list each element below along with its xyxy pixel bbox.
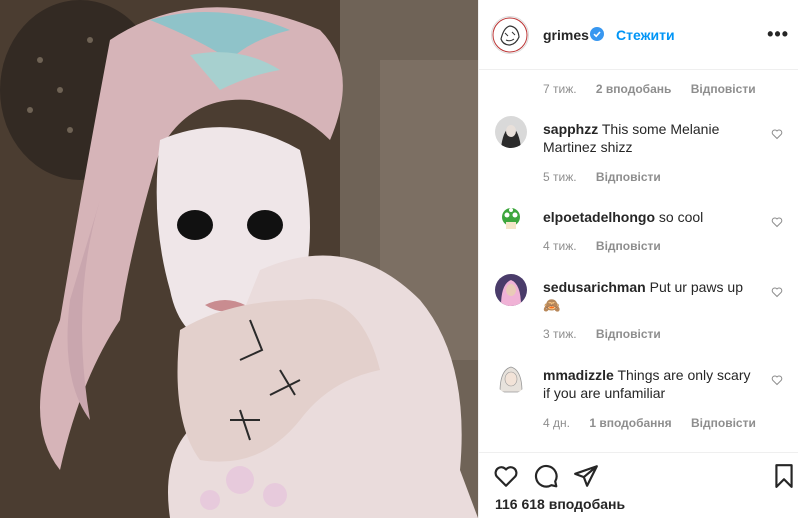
author-avatar-image <box>492 17 528 53</box>
comment-time[interactable]: 4 тиж. <box>543 239 577 253</box>
caption-likes[interactable]: 2 вподобань <box>596 82 671 96</box>
commenter-username[interactable]: elpoetadelhongo <box>543 209 655 225</box>
author-username[interactable]: grimes <box>543 27 589 43</box>
comment-like-icon[interactable] <box>771 128 783 140</box>
post-side-panel: grimes Стежити ••• 7 тиж. 2 вподобань Ві… <box>478 0 798 518</box>
comment-icon[interactable] <box>533 463 559 489</box>
commenter-username[interactable]: sapphzz <box>543 121 598 137</box>
share-icon[interactable] <box>573 463 599 489</box>
commenter-avatar[interactable] <box>495 116 527 148</box>
commenter-avatar[interactable] <box>495 274 527 306</box>
follow-button[interactable]: Стежити <box>616 27 675 43</box>
comment-like-icon[interactable] <box>771 286 783 298</box>
comment-text: sedusarichman Put ur paws up 🙈 <box>543 279 743 313</box>
comment-reply-button[interactable]: Відповісти <box>596 327 661 341</box>
comment-reply-button[interactable]: Відповісти <box>691 416 756 430</box>
caption-time[interactable]: 7 тиж. <box>543 82 577 96</box>
post-header: grimes Стежити ••• <box>479 0 798 70</box>
heart-icon[interactable] <box>493 463 519 489</box>
comment-meta: 5 тиж. Відповісти <box>543 170 677 184</box>
commenter-avatar-image <box>495 274 527 306</box>
comment-like-icon[interactable] <box>771 374 783 386</box>
bookmark-icon[interactable] <box>771 463 797 489</box>
comment-like-icon[interactable] <box>771 216 783 228</box>
commenter-avatar[interactable] <box>495 362 527 394</box>
comment-meta: 4 тиж. Відповісти <box>543 239 677 253</box>
comment-time[interactable]: 4 дн. <box>543 416 570 430</box>
commenter-avatar[interactable] <box>495 204 527 236</box>
commenter-username[interactable]: mmadizzle <box>543 367 614 383</box>
comment-time[interactable]: 3 тиж. <box>543 327 577 341</box>
comment-text: elpoetadelhongo so cool <box>543 209 704 225</box>
comment-text: sapphzz This some Melanie Martinez shizz <box>543 121 720 155</box>
commenter-avatar-image <box>495 362 527 394</box>
commenter-username[interactable]: sedusarichman <box>543 279 646 295</box>
comment-reply-button[interactable]: Відповісти <box>596 239 661 253</box>
caption-meta: 7 тиж. 2 вподобань Відповісти <box>543 82 772 96</box>
verified-icon <box>590 27 604 41</box>
likes-count[interactable]: 116 618 вподобань <box>495 496 625 512</box>
commenter-avatar-image <box>495 204 527 236</box>
comment-likes[interactable]: 1 вподобання <box>589 416 671 430</box>
caption-reply-button[interactable]: Відповісти <box>691 82 756 96</box>
comment-meta: 3 тиж. Відповісти <box>543 327 677 341</box>
post-actions: 116 618 вподобань <box>479 452 798 518</box>
comment-time[interactable]: 5 тиж. <box>543 170 577 184</box>
commenter-avatar-image <box>495 116 527 148</box>
comment-meta: 4 дн. 1 вподобання Відповісти <box>543 416 772 430</box>
comment-text: mmadizzle Things are only scary if you a… <box>543 367 751 401</box>
more-options-icon[interactable]: ••• <box>767 24 789 45</box>
author-avatar[interactable] <box>491 16 529 54</box>
comment-reply-button[interactable]: Відповісти <box>596 170 661 184</box>
post-photo[interactable] <box>0 0 478 518</box>
post-photo-illustration <box>0 0 478 518</box>
